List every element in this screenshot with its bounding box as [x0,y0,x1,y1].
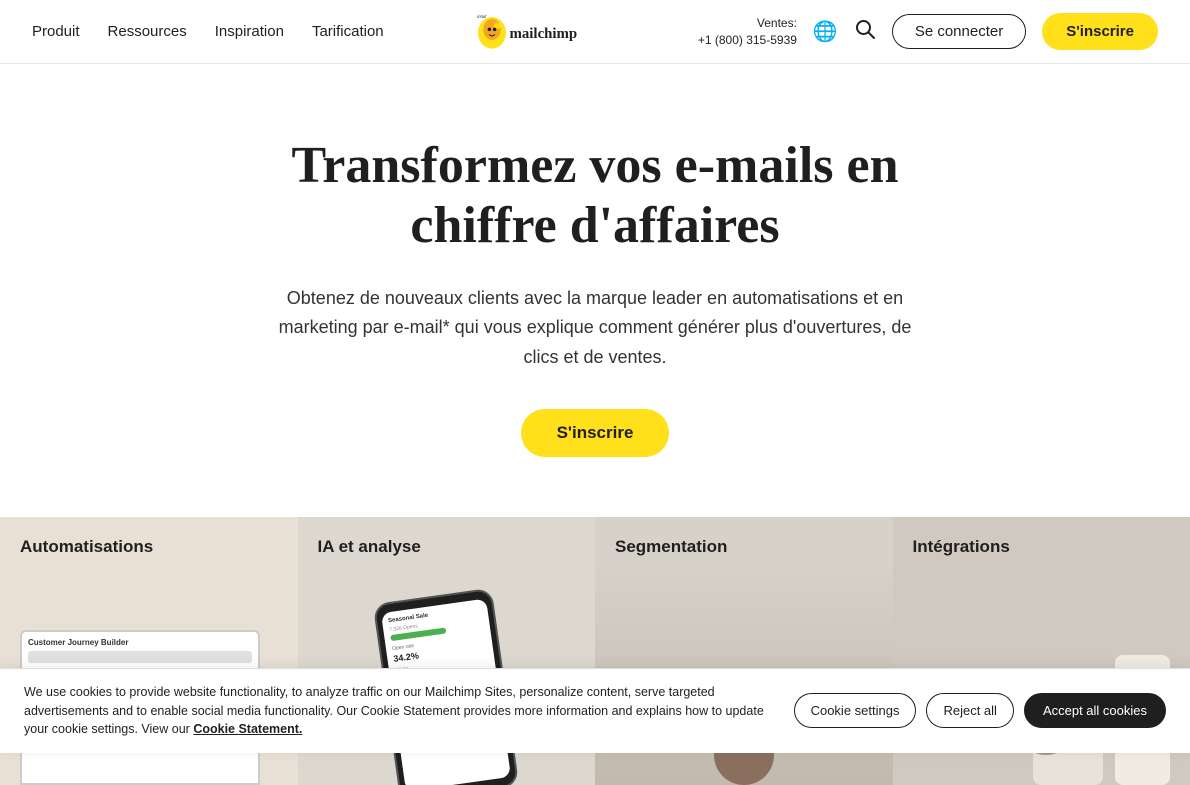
hero-title: Transformez vos e-mails en chiffre d'aff… [245,136,945,256]
feature-label-automatisations: Automatisations [20,537,153,557]
nav-item-tarification[interactable]: Tarification [312,23,384,40]
cookie-text: We use cookies to provide website functi… [24,683,778,739]
search-icon[interactable] [854,18,876,46]
signup-button-nav[interactable]: S'inscrire [1042,13,1158,50]
login-button[interactable]: Se connecter [892,14,1026,49]
hero-subtitle: Obtenez de nouveaux clients avec la marq… [275,284,915,373]
nav-right: Ventes: +1 (800) 315-5939 🌐 Se connecter… [698,13,1158,50]
feature-label-segmentation: Segmentation [615,537,727,557]
hero-cta-button[interactable]: S'inscrire [521,409,670,457]
ventes-label: Ventes: [698,15,797,32]
cookie-text-content: We use cookies to provide website functi… [24,685,764,737]
ventes-phone: +1 (800) 315-5939 [698,32,797,49]
cookie-actions: Cookie settings Reject all Accept all co… [794,693,1166,728]
reject-all-button[interactable]: Reject all [926,693,1013,728]
svg-text:mailchimp: mailchimp [509,26,577,42]
nav-item-ressources[interactable]: Ressources [108,23,187,40]
nav-item-produit[interactable]: Produit [32,23,80,40]
accept-all-button[interactable]: Accept all cookies [1024,693,1166,728]
nav-left: Produit Ressources Inspiration Tarificat… [32,23,384,40]
mailchimp-logo-svg: intuit mailchimp [471,10,611,54]
svg-text:intuit: intuit [477,14,487,19]
nav-item-inspiration[interactable]: Inspiration [215,23,284,40]
ventes-info: Ventes: +1 (800) 315-5939 [698,15,797,49]
language-icon[interactable]: 🌐 [813,19,838,44]
cookie-banner: We use cookies to provide website functi… [0,668,1190,753]
feature-label-ia-analyse: IA et analyse [318,537,421,557]
navbar: Produit Ressources Inspiration Tarificat… [0,0,1190,64]
hero-section: Transformez vos e-mails en chiffre d'aff… [0,64,1190,517]
logo[interactable]: intuit mailchimp [471,10,611,54]
cookie-settings-button[interactable]: Cookie settings [794,693,917,728]
cookie-statement-link[interactable]: Cookie Statement. [193,722,302,736]
feature-label-integrations: Intégrations [913,537,1010,557]
